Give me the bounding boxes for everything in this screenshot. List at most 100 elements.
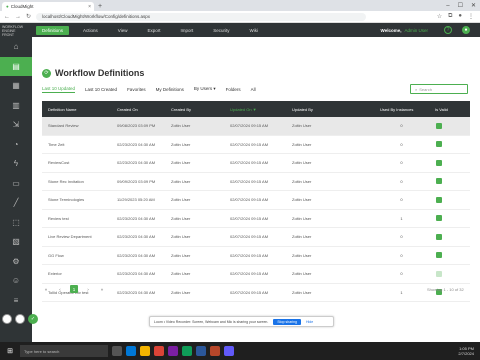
- settings-icon[interactable]: ⚙: [0, 252, 32, 272]
- taskbar-search[interactable]: Type here to search: [20, 345, 108, 357]
- column-header[interactable]: Definition Name: [42, 107, 111, 112]
- close-window-button[interactable]: ✕: [471, 1, 476, 11]
- filter-last-created[interactable]: Last 10 Created: [85, 87, 117, 92]
- export-icon[interactable]: ⇲: [0, 115, 32, 135]
- valid-checkbox-icon: [436, 141, 442, 148]
- home-icon[interactable]: ⌂: [0, 37, 32, 57]
- loom-icon[interactable]: [224, 346, 234, 356]
- table-row[interactable]: Stone Rec Invitation 09/09/2023 03:09 PM Z…: [42, 173, 470, 191]
- url-input[interactable]: localhost/CloudMight/Workflow/Config/def…: [36, 12, 367, 21]
- filter-folders[interactable]: Folders: [226, 87, 241, 92]
- webcam-bubble[interactable]: [2, 314, 12, 324]
- browser-menu-icon[interactable]: ⋮: [468, 13, 474, 20]
- nav-import[interactable]: Import: [170, 23, 203, 37]
- table-row[interactable]: Exterior 02/23/2023 04:30 AM Zoltin User 02…: [42, 265, 470, 284]
- box-icon[interactable]: ⬚: [0, 213, 32, 233]
- edge-icon[interactable]: [126, 346, 136, 356]
- main-content: ⟳ Workflow Definitions Last 10 Updated L…: [32, 37, 480, 342]
- windows-start-icon[interactable]: ⊞: [4, 347, 16, 355]
- explorer-icon[interactable]: [140, 346, 150, 356]
- user-avatar-icon[interactable]: ●: [462, 26, 470, 34]
- column-header[interactable]: Used By Instances: [374, 107, 429, 112]
- column-header[interactable]: Created On: [111, 107, 165, 112]
- powerpoint-icon[interactable]: [210, 346, 220, 356]
- menu-icon[interactable]: ≡: [0, 291, 32, 311]
- favicon-icon: ●: [6, 4, 9, 9]
- filter-by-users[interactable]: By Users ▾: [194, 86, 216, 92]
- table-row[interactable]: Time Zeit 02/23/2023 04:30 AM Zoltin User 0…: [42, 136, 470, 154]
- minimize-button[interactable]: –: [446, 1, 449, 11]
- cell-definition-name[interactable]: GG Flow: [42, 253, 111, 258]
- help-icon[interactable]: ?: [444, 26, 452, 34]
- cell-definition-name[interactable]: Stone Rec Invitation: [42, 179, 111, 184]
- word-icon[interactable]: [196, 346, 206, 356]
- task-view-icon[interactable]: [112, 346, 122, 356]
- gauge-icon[interactable]: ◔: [0, 135, 32, 155]
- pause-button[interactable]: [15, 314, 25, 324]
- filter-last-updated[interactable]: Last 10 Updated: [42, 86, 76, 93]
- next-page-button[interactable]: ›: [84, 285, 92, 293]
- column-header-sorted[interactable]: Updated On ▼: [224, 107, 286, 112]
- table-row[interactable]: GG Flow 02/23/2023 04:30 AM Zoltin User 02/…: [42, 247, 470, 265]
- chart-icon[interactable]: ▥: [0, 96, 32, 116]
- cell-updated-by: Zoltin User: [292, 289, 312, 295]
- back-icon[interactable]: ←: [4, 14, 10, 20]
- column-header[interactable]: Is Valid: [429, 107, 449, 112]
- table-row[interactable]: Review test 02/23/2023 04:30 AM Zoltin Use…: [42, 210, 470, 228]
- star-icon[interactable]: ☆: [437, 13, 442, 20]
- stack-icon[interactable]: ▤: [0, 56, 32, 76]
- first-page-button[interactable]: «: [42, 285, 50, 293]
- extensions-icon[interactable]: ⧉: [448, 13, 452, 20]
- new-tab-button[interactable]: +: [98, 2, 102, 11]
- close-tab-icon[interactable]: ×: [88, 4, 91, 10]
- chrome-icon[interactable]: [154, 346, 164, 356]
- cell-definition-name[interactable]: Stone Terminologies: [42, 197, 111, 202]
- filter-favorites[interactable]: Favorites: [127, 87, 146, 92]
- search-input[interactable]: ⌕ Search: [410, 84, 468, 94]
- lightning-icon[interactable]: ϟ: [0, 154, 32, 174]
- maximize-button[interactable]: ☐: [458, 1, 463, 11]
- table-row[interactable]: Standard Review 09/08/2023 03:09 PM Zoltin…: [42, 117, 470, 136]
- browser-tab[interactable]: ● CloudMight ×: [2, 2, 94, 11]
- cell-definition-name[interactable]: Standard Review: [42, 123, 111, 128]
- excel-icon[interactable]: [182, 346, 192, 356]
- brand-logo[interactable]: WORKFLOW ENGINE FRONT: [0, 23, 32, 37]
- app-icon[interactable]: [168, 346, 178, 356]
- cell-definition-name[interactable]: ReviewCost: [42, 160, 111, 165]
- nav-view[interactable]: View: [108, 23, 138, 37]
- page-number-button[interactable]: 1: [70, 285, 78, 293]
- filter-my-definitions[interactable]: My Definitions: [156, 87, 184, 92]
- table-icon[interactable]: ▧: [0, 232, 32, 252]
- prev-page-button[interactable]: ‹: [56, 285, 64, 293]
- table-row[interactable]: Stone Terminologies 11/29/2023 05:20 AM Zo…: [42, 191, 470, 210]
- cell-definition-name[interactable]: Time Zeit: [42, 142, 111, 147]
- cell-created-on: 02/23/2023 04:30 AM: [117, 252, 156, 258]
- hide-banner-button[interactable]: Hide: [306, 320, 313, 324]
- nav-actions[interactable]: Actions: [73, 23, 108, 37]
- nav-wiki[interactable]: Wiki: [240, 23, 269, 37]
- cell-definition-name[interactable]: Review test: [42, 216, 111, 221]
- users-icon[interactable]: ☺: [0, 271, 32, 291]
- stop-sharing-button[interactable]: Stop sharing: [273, 318, 301, 325]
- reload-icon[interactable]: ↻: [26, 13, 31, 20]
- grid-icon[interactable]: ▦: [0, 76, 32, 96]
- column-header[interactable]: Updated By: [286, 107, 374, 112]
- table-row[interactable]: Live Review Department 02/23/2023 04:30 A…: [42, 228, 470, 247]
- system-clock[interactable]: 1:05 PM 2/7/2024: [458, 346, 480, 356]
- last-page-button[interactable]: »: [98, 285, 106, 293]
- cell-definition-name[interactable]: Live Review Department: [42, 234, 111, 239]
- forward-icon[interactable]: →: [15, 14, 21, 20]
- document-icon[interactable]: ▭: [0, 174, 32, 194]
- user-name[interactable]: Admin User: [404, 28, 428, 33]
- table-row[interactable]: ReviewCost 02/23/2023 04:30 AM Zoltin User…: [42, 154, 470, 173]
- nav-definitions[interactable]: Definitions: [36, 25, 70, 35]
- record-icon[interactable]: ✓: [28, 314, 38, 324]
- filter-all[interactable]: All: [251, 87, 256, 92]
- column-header[interactable]: Created By: [165, 107, 224, 112]
- table-row[interactable]: Tollid Operator Div test 02/23/2023 04:30…: [42, 284, 470, 302]
- profile-icon[interactable]: ●: [458, 13, 462, 20]
- pen-icon[interactable]: ╱: [0, 193, 32, 213]
- nav-export[interactable]: Export: [137, 23, 170, 37]
- nav-security[interactable]: Security: [203, 23, 239, 37]
- cell-definition-name[interactable]: Exterior: [42, 271, 111, 276]
